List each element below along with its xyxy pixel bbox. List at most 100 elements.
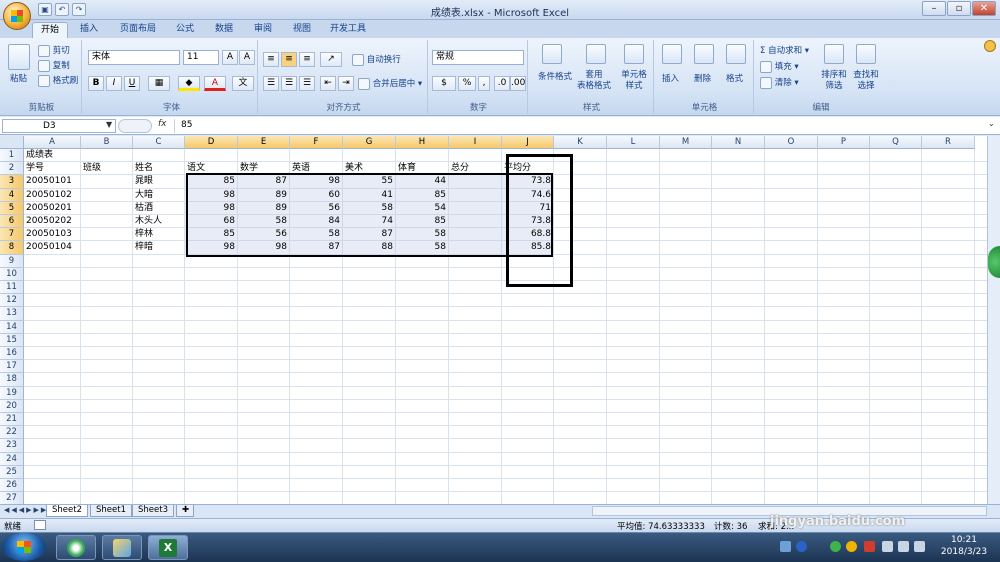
row-header-25[interactable]: 25 (0, 465, 24, 479)
copy-button[interactable]: 复制 (38, 59, 70, 72)
align-middle-button[interactable]: ≡ (281, 52, 297, 67)
header-cell[interactable]: 姓名 (135, 162, 185, 175)
column-header-F[interactable]: F (290, 136, 343, 149)
table-format-button[interactable]: 套用 表格格式 (574, 70, 614, 92)
conditional-format-button[interactable]: 条件格式 (534, 70, 576, 82)
increase-decimal-button[interactable]: .0 (494, 76, 510, 91)
column-header-B[interactable]: B (81, 136, 133, 149)
align-bottom-button[interactable]: ≡ (299, 52, 315, 67)
column-header-I[interactable]: I (449, 136, 502, 149)
column-header-E[interactable]: E (238, 136, 290, 149)
name-box-dropdown-icon[interactable]: ▼ (106, 120, 112, 129)
phonetic-button[interactable]: 文 (232, 76, 254, 91)
column-header-A[interactable]: A (24, 136, 81, 149)
id-cell[interactable]: 20050201 (26, 202, 81, 215)
name-box[interactable]: D3 (2, 119, 116, 133)
column-header-C[interactable]: C (133, 136, 185, 149)
row-header-19[interactable]: 19 (0, 386, 24, 400)
tray-volume-icon[interactable] (914, 541, 925, 552)
row-header-13[interactable]: 13 (0, 307, 24, 321)
header-cell[interactable]: 学号 (26, 162, 81, 175)
font-name-select[interactable]: 宋体 (88, 50, 180, 65)
id-cell[interactable]: 20050202 (26, 215, 81, 228)
tray-flag-icon[interactable] (882, 541, 893, 552)
bold-button[interactable]: B (88, 76, 104, 91)
minimize-button[interactable]: – (922, 1, 946, 16)
row-header-4[interactable]: 4 (0, 188, 24, 202)
row-header-6[interactable]: 6 (0, 215, 24, 229)
cell-styles-button[interactable]: 单元格 样式 (616, 70, 652, 92)
column-header-K[interactable]: K (554, 136, 607, 149)
row-header-18[interactable]: 18 (0, 373, 24, 387)
taskbar-browser-button[interactable] (56, 535, 96, 560)
spreadsheet-grid[interactable]: ABCDEFGHIJKLMNOPQR 1 2 3 4 5 6 7 8 9 10 11 12 13 14 15… (0, 136, 987, 504)
row-header-9[interactable]: 9 (0, 254, 24, 268)
row-header-16[interactable]: 16 (0, 347, 24, 361)
row-header-5[interactable]: 5 (0, 201, 24, 215)
paste-button[interactable]: 粘贴 (10, 72, 27, 84)
column-header-D[interactable]: D (185, 136, 238, 149)
align-top-button[interactable]: ≡ (263, 52, 279, 67)
underline-button[interactable]: U (124, 76, 140, 91)
tab-6[interactable]: 审阅 (246, 22, 280, 38)
taskbar-clock[interactable]: 10:21 2018/3/23 (930, 534, 998, 558)
name-cell[interactable]: 晁眼 (135, 175, 185, 188)
align-right-button[interactable]: ☰ (299, 76, 315, 91)
tab-5[interactable]: 数据 (207, 22, 241, 38)
delete-button[interactable]: 删除 (694, 72, 711, 84)
column-header-H[interactable]: H (396, 136, 449, 149)
autosum-button[interactable]: Σ 自动求和 ▾ (760, 44, 809, 56)
row-header-26[interactable]: 26 (0, 479, 24, 493)
border-button[interactable]: ▦ (148, 76, 170, 91)
id-cell[interactable]: 20050104 (26, 241, 81, 254)
merge-center-button[interactable]: 合并后居中 ▾ (358, 77, 422, 90)
paste-icon[interactable] (8, 44, 30, 70)
row-header-22[interactable]: 22 (0, 426, 24, 440)
tab-2[interactable]: 插入 (72, 22, 106, 38)
row-header-27[interactable]: 27 (0, 492, 24, 504)
row-header-1[interactable]: 1 (0, 149, 24, 163)
align-center-button[interactable]: ☰ (281, 76, 297, 91)
delete-icon[interactable] (694, 44, 714, 64)
id-cell[interactable]: 20050103 (26, 228, 81, 241)
grow-font-button[interactable]: A (222, 50, 238, 65)
insert-function-button[interactable]: fx (158, 119, 167, 129)
tray-network-icon[interactable] (898, 541, 909, 552)
taskbar-excel-button[interactable]: X (148, 535, 188, 560)
conditional-format-icon[interactable] (542, 44, 562, 64)
row-header-14[interactable]: 14 (0, 320, 24, 334)
find-select-icon[interactable] (856, 44, 876, 64)
format-painter-button[interactable]: 格式刷 (38, 74, 78, 87)
row-header-17[interactable]: 17 (0, 360, 24, 374)
vertical-scrollbar[interactable] (987, 136, 1000, 504)
format-icon[interactable] (726, 44, 746, 64)
comma-button[interactable]: , (478, 76, 490, 91)
tray-keyboard-icon[interactable] (780, 541, 791, 552)
insert-button[interactable]: 插入 (662, 72, 679, 84)
increase-indent-button[interactable]: ⇥ (338, 76, 354, 91)
row-header-7[interactable]: 7 (0, 228, 24, 242)
tab-4[interactable]: 公式 (168, 22, 202, 38)
row-header-3[interactable]: 3 (0, 175, 24, 189)
name-cell[interactable]: 梓暗 (135, 241, 185, 254)
find-select-button[interactable]: 查找和 选择 (850, 70, 882, 92)
taskbar-paint-button[interactable] (102, 535, 142, 560)
sheet-tab-sheet3[interactable]: Sheet3 (132, 505, 174, 517)
column-header-J[interactable]: J (502, 136, 554, 149)
tab-8[interactable]: 开发工具 (322, 22, 374, 38)
font-color-button[interactable]: A (204, 76, 226, 91)
tab-3[interactable]: 页面布局 (112, 22, 164, 38)
office-button[interactable] (3, 2, 31, 30)
sort-filter-icon[interactable] (824, 44, 844, 64)
align-left-button[interactable]: ☰ (263, 76, 279, 91)
row-header-20[interactable]: 20 (0, 399, 24, 413)
clear-button[interactable]: 清除 ▾ (760, 76, 799, 89)
row-header-23[interactable]: 23 (0, 439, 24, 453)
cut-button[interactable]: 剪切 (38, 44, 70, 57)
row-header-10[interactable]: 10 (0, 267, 24, 281)
maximize-button[interactable]: ▫ (947, 1, 971, 16)
column-header-L[interactable]: L (607, 136, 660, 149)
insert-sheet-tab[interactable]: ✚ (176, 505, 194, 517)
column-header-R[interactable]: R (922, 136, 975, 149)
header-cell[interactable]: 班级 (83, 162, 133, 175)
